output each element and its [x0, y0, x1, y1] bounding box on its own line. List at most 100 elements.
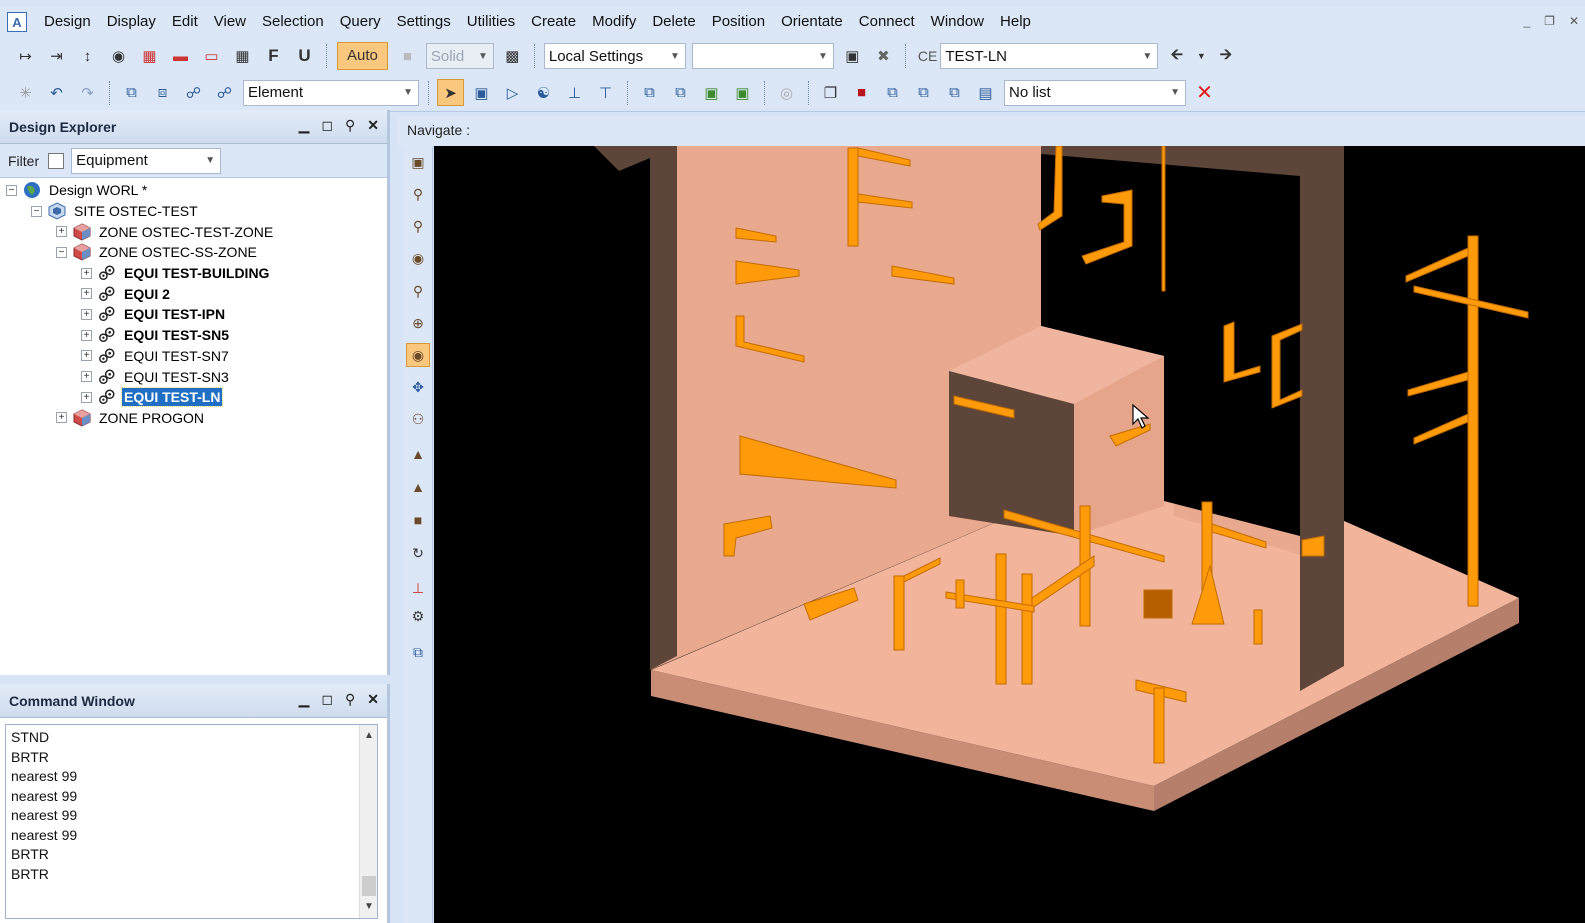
- secondary-combo[interactable]: ▼: [691, 43, 834, 69]
- f-button[interactable]: F: [260, 43, 287, 70]
- explode-icon[interactable]: ✳: [12, 79, 39, 106]
- tree-node[interactable]: + ZONE OSTEC-TEST-ZONE: [0, 221, 387, 242]
- save-icon[interactable]: ■: [848, 79, 875, 106]
- redo-icon[interactable]: ↷: [74, 79, 101, 106]
- tree-node[interactable]: + ZONE PROGON: [0, 408, 387, 429]
- section-icon[interactable]: ▬: [167, 43, 194, 70]
- add-to-3d-icon[interactable]: ⧉: [118, 79, 145, 106]
- collapse-icon[interactable]: −: [31, 205, 42, 217]
- collapse-icon[interactable]: −: [6, 184, 17, 196]
- command-scrollbar[interactable]: ▲ ▼: [359, 725, 377, 918]
- zoom-extents-icon[interactable]: ⚲: [406, 214, 430, 238]
- list-view-icon[interactable]: ▤: [972, 79, 999, 106]
- collapse-icon[interactable]: −: [56, 246, 67, 258]
- menu-item-edit[interactable]: Edit: [164, 6, 206, 38]
- eye-icon[interactable]: ◉: [105, 43, 132, 70]
- refresh-icon[interactable]: ↻: [406, 541, 430, 565]
- tree-node[interactable]: + EQUI TEST-SN7: [0, 346, 387, 367]
- walk-icon[interactable]: ⚇: [406, 407, 430, 431]
- dimension-icon[interactable]: ↕: [74, 43, 101, 70]
- menu-item-design[interactable]: Design: [36, 6, 99, 38]
- current-element-combo[interactable]: TEST-LN ▼: [940, 43, 1159, 69]
- collection-list-combo[interactable]: No list ▼: [1004, 79, 1186, 106]
- pin-icon[interactable]: ⚲: [345, 117, 355, 134]
- binoculars-icon[interactable]: ▣: [839, 43, 866, 70]
- tree-node[interactable]: + EQUI TEST-SN5: [0, 325, 387, 346]
- minimize-icon[interactable]: _: [1523, 14, 1530, 28]
- pin-icon[interactable]: ⚲: [345, 691, 355, 708]
- render-mode-combo[interactable]: Solid ▼: [425, 43, 494, 69]
- link-icon[interactable]: ☍: [180, 79, 207, 106]
- look-at-icon[interactable]: ◉: [406, 246, 430, 270]
- u-button[interactable]: U: [291, 43, 318, 70]
- expand-icon[interactable]: +: [81, 288, 92, 300]
- tree-node[interactable]: − Design WORL *: [0, 180, 387, 201]
- select-pointer-icon[interactable]: ➤: [437, 79, 464, 106]
- expand-icon[interactable]: +: [56, 412, 67, 424]
- history-dropdown-icon[interactable]: ▼: [1194, 43, 1208, 70]
- restore-icon[interactable]: ❐: [1544, 14, 1555, 28]
- minimize-icon[interactable]: ▁: [299, 117, 310, 134]
- forward-arrow-icon[interactable]: 🡪: [1212, 43, 1239, 70]
- maximize-icon[interactable]: ◻: [321, 117, 333, 134]
- settings-combo[interactable]: Local Settings ▼: [543, 43, 686, 69]
- menu-item-delete[interactable]: Delete: [644, 6, 703, 38]
- grid-icon[interactable]: ▦: [229, 43, 256, 70]
- layer-up-icon[interactable]: ▲: [406, 442, 430, 466]
- list-remove-icon[interactable]: ⧉: [910, 79, 937, 106]
- element-type-combo[interactable]: Element ▼: [243, 79, 419, 106]
- settings-gear-icon[interactable]: ⚙: [406, 604, 430, 628]
- model-view-icon[interactable]: ◉: [406, 343, 430, 367]
- tree-node[interactable]: + EQUI TEST-BUILDING: [0, 263, 387, 284]
- menu-item-view[interactable]: View: [206, 6, 254, 38]
- menu-item-orientate[interactable]: Orientate: [773, 6, 851, 38]
- expand-icon[interactable]: +: [81, 371, 92, 383]
- auto-button[interactable]: Auto: [337, 42, 388, 70]
- expand-icon[interactable]: +: [81, 267, 92, 279]
- axes-icon[interactable]: ⊥: [406, 576, 430, 600]
- scroll-up-icon[interactable]: ▲: [360, 727, 378, 745]
- close-icon[interactable]: ✕: [367, 691, 379, 708]
- view-window-icon[interactable]: ⧉: [406, 640, 430, 664]
- list-refresh-icon[interactable]: ⧉: [941, 79, 968, 106]
- expand-icon[interactable]: +: [81, 350, 92, 362]
- view-add-icon[interactable]: ⧉: [636, 79, 663, 106]
- connect-end-icon[interactable]: ⇥: [43, 43, 70, 70]
- menu-item-window[interactable]: Window: [923, 6, 992, 38]
- menu-item-settings[interactable]: Settings: [389, 6, 459, 38]
- tree-node[interactable]: + EQUI 2: [0, 283, 387, 304]
- menu-item-create[interactable]: Create: [523, 6, 584, 38]
- menu-item-utilities[interactable]: Utilities: [459, 6, 523, 38]
- expand-icon[interactable]: +: [56, 226, 67, 238]
- filter-checkbox[interactable]: [48, 152, 65, 169]
- back-arrow-icon[interactable]: 🡨: [1163, 43, 1190, 70]
- pick-tool-icon[interactable]: ☯: [530, 79, 557, 106]
- zoom-window-icon[interactable]: ⚲: [406, 182, 430, 206]
- label-tool-icon[interactable]: ⊤: [592, 79, 619, 106]
- scroll-thumb[interactable]: [362, 876, 376, 896]
- tree-node[interactable]: + EQUI TEST-LN: [0, 387, 387, 408]
- view-green-add-icon[interactable]: ▣: [698, 79, 725, 106]
- attach-icon[interactable]: ☍: [211, 79, 238, 106]
- list-add-icon[interactable]: ⧉: [879, 79, 906, 106]
- maximize-icon[interactable]: ◻: [321, 691, 333, 708]
- close-icon[interactable]: ✕: [367, 117, 379, 134]
- connect-start-icon[interactable]: ↦: [12, 43, 39, 70]
- expand-icon[interactable]: +: [81, 308, 92, 320]
- database-icon[interactable]: ▩: [499, 43, 526, 70]
- zoom-in-icon[interactable]: ⚲: [406, 279, 430, 303]
- layer-ce-icon[interactable]: ▲: [406, 475, 430, 499]
- menu-item-display[interactable]: Display: [99, 6, 164, 38]
- menu-item-connect[interactable]: Connect: [851, 6, 923, 38]
- tree-node[interactable]: − ZONE OSTEC-SS-ZONE: [0, 242, 387, 263]
- tree-node[interactable]: + EQUI TEST-SN3: [0, 366, 387, 387]
- view-remove-icon[interactable]: ⧉: [667, 79, 694, 106]
- filter-combo[interactable]: Equipment ▼: [71, 147, 222, 174]
- close-icon[interactable]: ✕: [1569, 14, 1579, 28]
- menu-item-selection[interactable]: Selection: [254, 6, 332, 38]
- measure-icon[interactable]: ⊥: [561, 79, 588, 106]
- menu-item-modify[interactable]: Modify: [584, 6, 644, 38]
- play-icon[interactable]: ▷: [499, 79, 526, 106]
- zoom-icon[interactable]: ⊕: [406, 311, 430, 335]
- clip-icon[interactable]: ▭: [198, 43, 225, 70]
